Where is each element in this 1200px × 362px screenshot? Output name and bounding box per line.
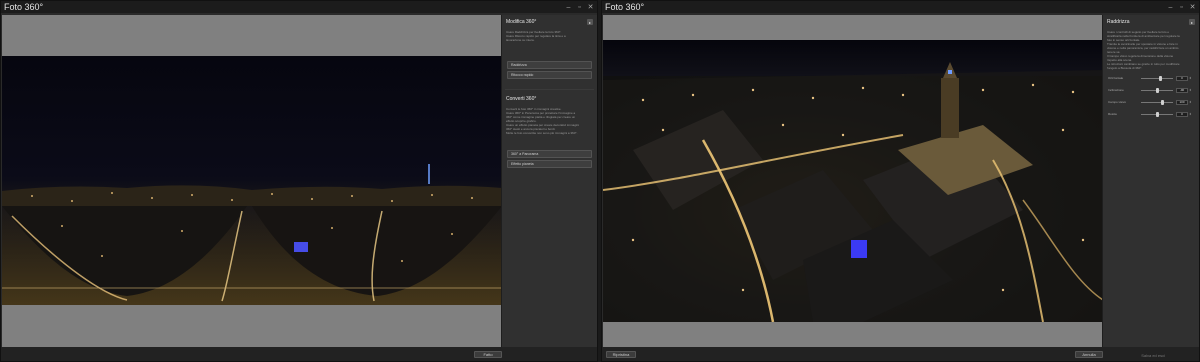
field-of-view-slider[interactable] [1141,99,1173,105]
titlebar: Foto 360° – ▫ ✕ [1,1,597,13]
window-controls: – ▫ ✕ [1167,4,1196,11]
minimize-icon[interactable]: – [565,4,572,11]
straighten-panel: Raddrizza ▸ Usare i controlli di seguito… [1102,15,1199,347]
field-of-view-value-field[interactable]: 100 [1176,99,1188,105]
footer-bar: Fatto [1,347,597,361]
collapse-icon[interactable]: ▸ [1189,19,1195,25]
collapse-icon[interactable]: ▸ [587,19,593,25]
tilt-slider-row: Inclinazione -90 ⬍ [1108,86,1194,94]
window-controls: – ▫ ✕ [565,4,594,11]
straighten-description: Usare i controlli di seguito per livella… [1107,30,1180,70]
roll-value-field[interactable]: 0 [1176,111,1188,117]
spinner-icon[interactable]: ⬍ [1189,88,1192,92]
field-of-view-slider-row: Campo visivo 100 ⬍ [1108,98,1194,106]
done-button[interactable]: Fatto [474,351,502,358]
cancel-button[interactable]: Annulla [1075,351,1103,358]
panel-header: Modifica 360° ▸ [505,17,594,27]
preview-area [2,15,502,347]
modify-360-description: Usare Raddrizza per livellare la foto 36… [506,30,566,42]
planet-effect-button[interactable]: Effetto pianeta [507,160,592,168]
modify-360-title: Modifica 360° [506,19,537,25]
restore-icon[interactable]: ▫ [1178,4,1185,11]
slider-label: Orizzontale [1108,76,1124,80]
save-and-exit-text[interactable]: Salva ed esci [1141,353,1165,358]
slider-thumb[interactable] [1155,87,1159,93]
360-to-panorama-button[interactable]: 360° a Panorama [507,150,592,158]
slider-label: Inclinazione [1108,88,1124,92]
minimize-icon[interactable]: – [1167,4,1174,11]
horizontal-slider-row: Orizzontale 0 ⬍ [1108,74,1194,82]
preview-area [603,15,1103,347]
window-title: Foto 360° [605,2,645,12]
slider-thumb[interactable] [1159,75,1163,81]
restore-icon[interactable]: ▫ [576,4,583,11]
roll-slider[interactable] [1141,111,1173,117]
slider-thumb[interactable] [1160,99,1164,105]
quick-fix-button[interactable]: Ritocco rapido [507,71,592,79]
slider-label: Rotola [1108,112,1117,116]
horizontal-value-field[interactable]: 0 [1176,75,1188,81]
roll-slider-row: Rotola 0 ⬍ [1108,110,1194,118]
window-title: Foto 360° [4,2,44,12]
footer-bar: Ripristina Salva ed esci Annulla [602,347,1199,361]
night-city-panorama [2,164,502,305]
aerial-city-photo [603,40,1103,322]
titlebar: Foto 360° – ▫ ✕ [602,1,1199,13]
tilt-slider[interactable] [1141,87,1173,93]
spinner-icon[interactable]: ⬍ [1189,100,1192,104]
photo360-window-left: Foto 360° – ▫ ✕ Modifica 360° ▸ Usare Ra… [0,0,598,362]
spinner-icon[interactable]: ⬍ [1189,112,1192,116]
equirectangular-photo [2,56,502,305]
horizontal-slider[interactable] [1141,75,1173,81]
close-icon[interactable]: ✕ [1189,4,1196,11]
edit-360-panel: Modifica 360° ▸ Usare Raddrizza per live… [501,15,597,347]
slider-label: Campo visivo [1108,100,1127,104]
straighten-button[interactable]: Raddrizza [507,61,592,69]
convert-360-description: Converti le foto 360° in immagini creati… [506,107,579,135]
photo360-window-right: Foto 360° – ▫ ✕ Raddrizza ▸ Usare i cont… [601,0,1200,362]
convert-360-title: Converti 360° [506,96,537,102]
panel-header: Converti 360° [505,94,594,104]
aerial-city-view [603,62,1103,322]
divider [505,89,594,90]
straighten-title: Raddrizza [1107,19,1130,25]
reset-button[interactable]: Ripristina [606,351,636,358]
spinner-icon[interactable]: ⬍ [1189,76,1192,80]
panel-header: Raddrizza ▸ [1106,17,1196,27]
slider-thumb[interactable] [1155,111,1159,117]
tilt-value-field[interactable]: -90 [1176,87,1188,93]
close-icon[interactable]: ✕ [587,4,594,11]
